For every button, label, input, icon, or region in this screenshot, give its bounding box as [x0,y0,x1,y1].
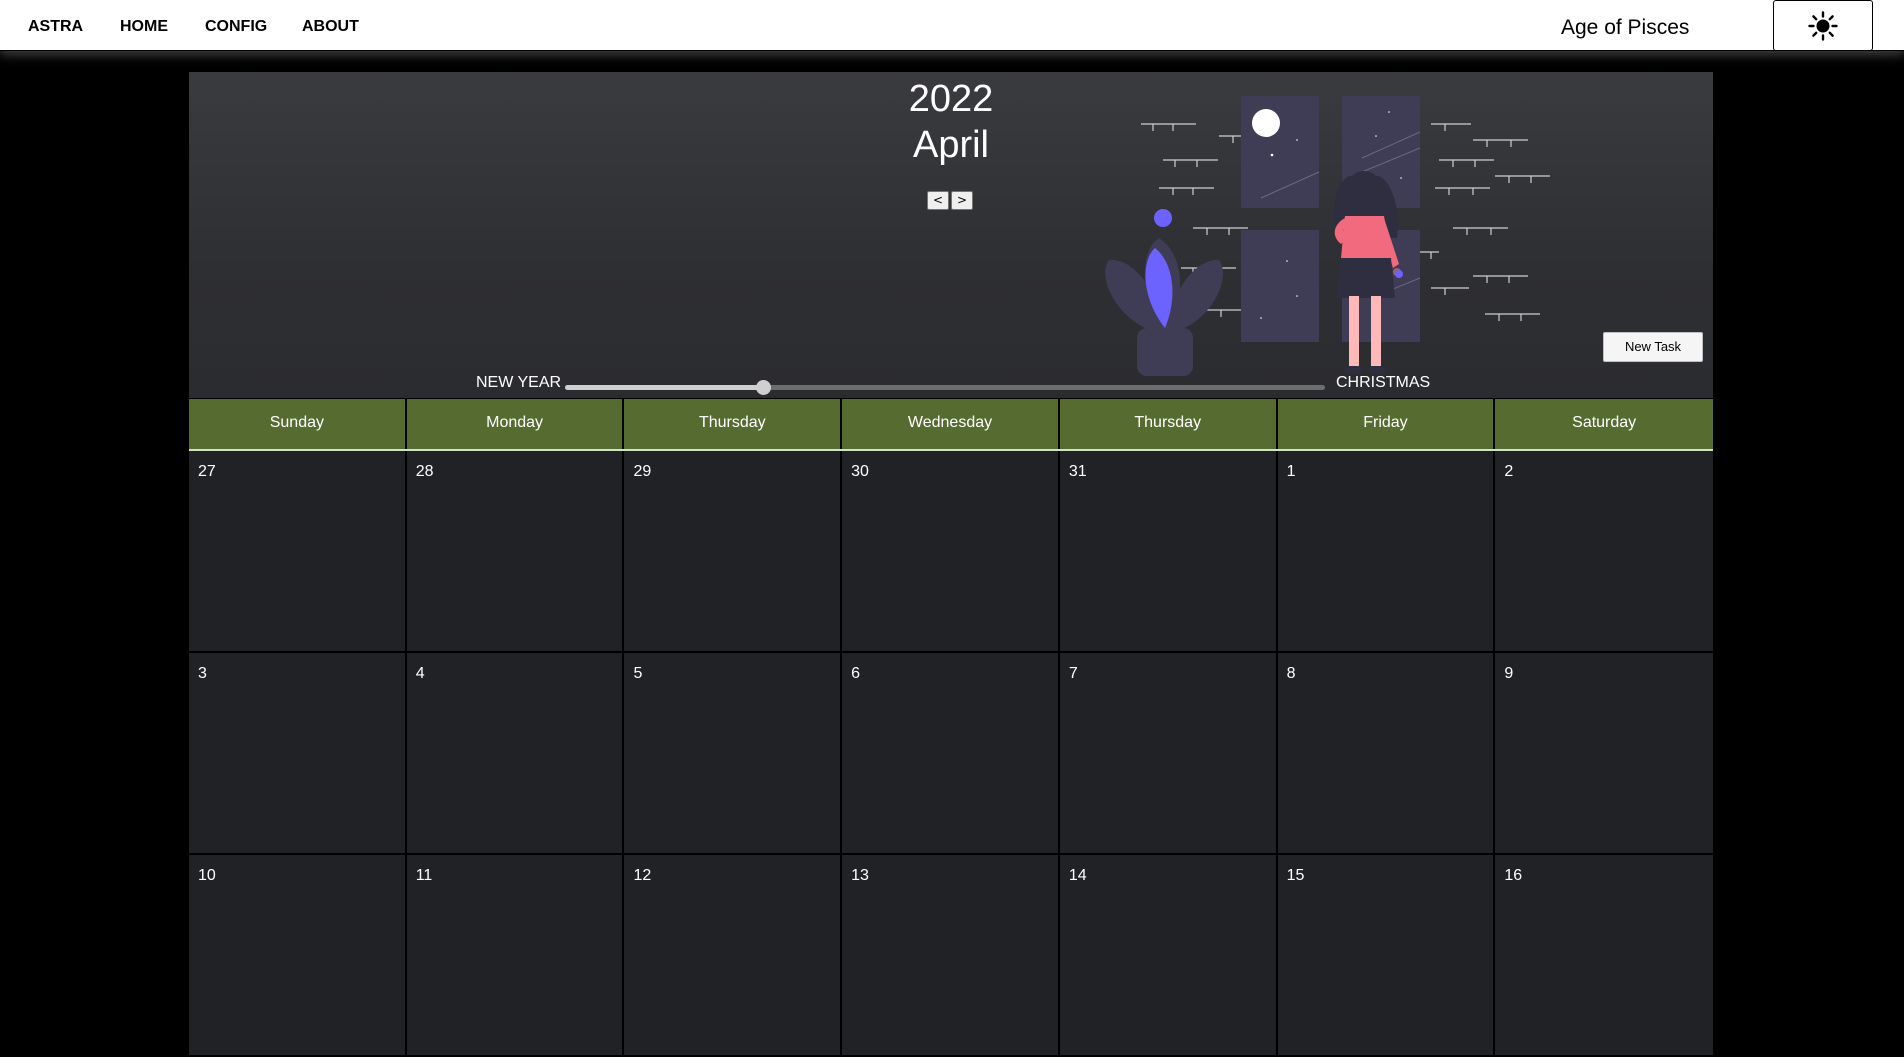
day-cell[interactable]: 5 [624,653,843,855]
day-number: 7 [1068,665,1078,682]
slider-thumb[interactable] [755,380,771,395]
nav-link-about[interactable]: ABOUT [302,18,359,36]
slider-left-label: NEW YEAR [476,374,562,391]
day-number: 15 [1286,867,1305,884]
nav-link-astra[interactable]: ASTRA [28,18,83,36]
nav-link-config[interactable]: CONFIG [205,18,267,36]
year-progress-slider[interactable] [565,380,1325,395]
day-cell[interactable]: 9 [1495,653,1714,855]
day-number: 28 [415,463,434,480]
slider-fill [565,385,763,390]
day-number: 10 [198,867,216,884]
day-number: 29 [633,463,652,480]
next-month-button[interactable]: > [951,191,973,210]
day-number: 30 [851,463,869,480]
theme-toggle-button[interactable] [1773,0,1873,51]
day-number: 31 [1068,463,1087,480]
day-number: 12 [633,867,652,884]
day-cell[interactable]: 15 [1277,855,1496,1057]
day-number: 1 [1286,463,1296,480]
weekday-header: Wednesday [842,399,1060,449]
day-cell[interactable]: 28 [406,451,625,653]
day-cell[interactable]: 11 [406,855,625,1057]
day-number: 14 [1068,867,1087,884]
month-header-panel: 2022 April < > New Task NEW YEAR CHRISTM… [189,72,1713,398]
day-cell[interactable]: 2 [1495,451,1714,653]
day-number: 16 [1504,867,1523,884]
day-number: 4 [415,665,425,682]
prev-month-button[interactable]: < [927,191,949,210]
day-number: 13 [851,867,869,884]
day-cell[interactable]: 29 [624,451,843,653]
day-number: 5 [633,665,643,682]
calendar-grid: Sunday Monday Thursday Wednesday Thursda… [189,399,1714,1057]
calendar-week-row: 3 4 5 6 7 8 9 [189,653,1714,855]
weekday-header: Monday [406,399,625,449]
slider-right-label: CHRISTMAS [1336,374,1431,391]
top-navbar: ASTRA HOME CONFIG ABOUT Age of Pisces [0,0,1904,51]
day-cell[interactable]: 13 [842,855,1060,1057]
woman-at-window-illustration [1105,96,1550,376]
weekday-header: Saturday [1495,399,1714,449]
new-task-button[interactable]: New Task [1603,332,1703,362]
day-cell[interactable]: 4 [406,653,625,855]
weekday-header: Sunday [189,399,407,449]
day-cell[interactable]: 1 [1277,451,1496,653]
sun-icon [1808,10,1838,41]
day-cell[interactable]: 8 [1277,653,1496,855]
weekday-header: Thursday [624,399,843,449]
day-cell[interactable]: 31 [1059,451,1278,653]
weekday-header: Thursday [1059,399,1278,449]
day-cell[interactable]: 3 [189,653,407,855]
day-number: 8 [1286,665,1296,682]
weekday-header: Friday [1277,399,1496,449]
month-nav: < > [927,191,973,210]
day-number: 9 [1504,665,1514,682]
day-cell[interactable]: 27 [189,451,407,653]
day-number: 11 [415,867,433,884]
day-cell[interactable]: 6 [842,653,1060,855]
day-cell[interactable]: 7 [1059,653,1278,855]
day-cell[interactable]: 30 [842,451,1060,653]
day-cell[interactable]: 10 [189,855,407,1057]
day-cell[interactable]: 12 [624,855,843,1057]
day-cell[interactable]: 14 [1059,855,1278,1057]
calendar-week-row: 27 28 29 30 31 1 2 [189,451,1714,653]
day-number: 2 [1504,463,1514,480]
nav-link-home[interactable]: HOME [120,18,168,36]
weekday-header-row: Sunday Monday Thursday Wednesday Thursda… [189,399,1714,451]
day-number: 27 [198,463,216,480]
day-cell[interactable]: 16 [1495,855,1714,1057]
day-number: 6 [851,665,861,682]
calendar-week-row: 10 11 12 13 14 15 16 [189,855,1714,1057]
day-number: 3 [198,665,207,682]
site-title: Age of Pisces [1561,16,1690,39]
